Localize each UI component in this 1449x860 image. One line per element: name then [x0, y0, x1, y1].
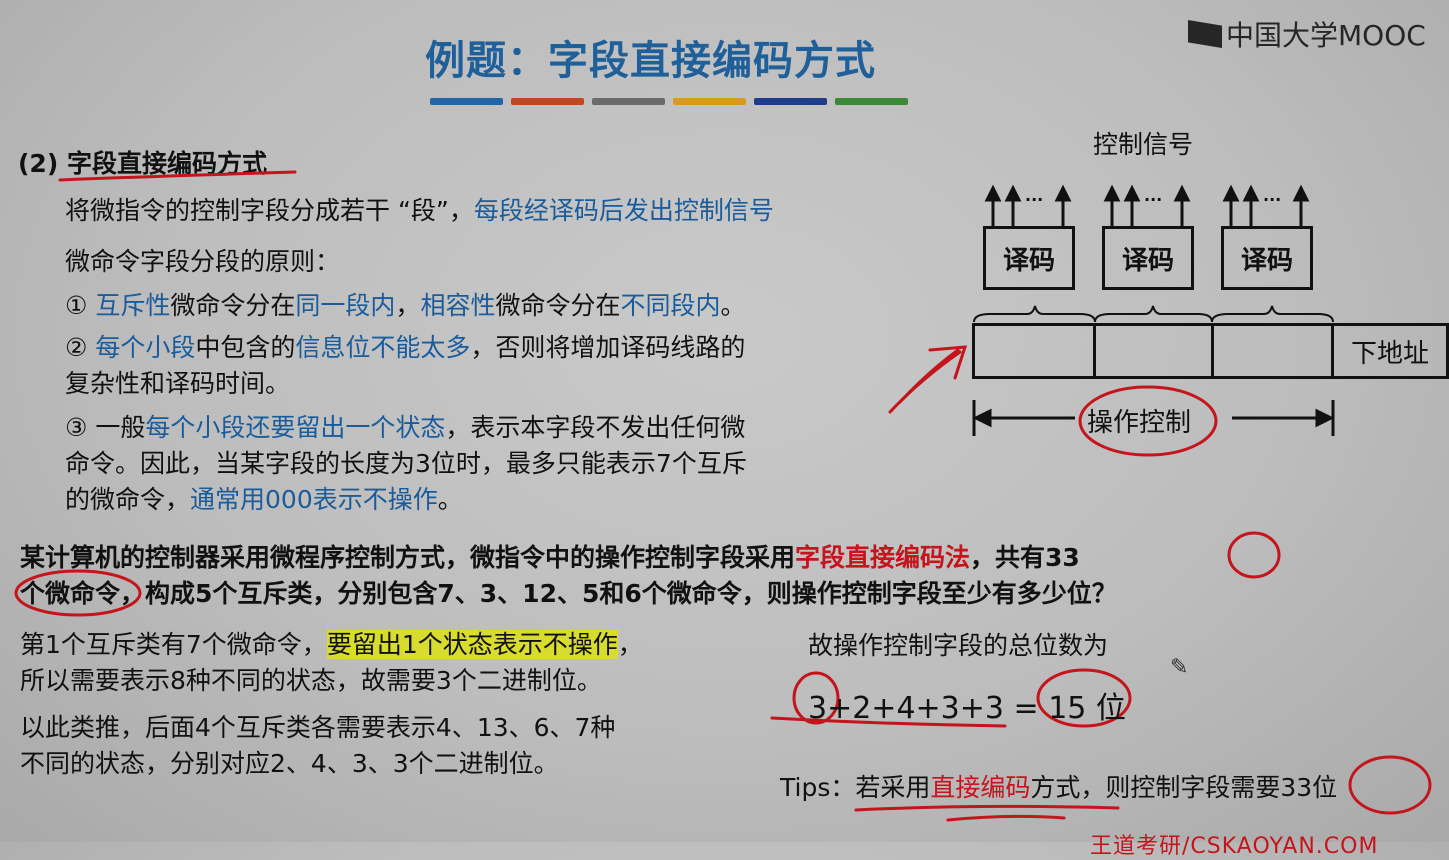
footer-watermark: 王道考研/CSKAOYAN.COM: [1090, 834, 1379, 859]
segment-brace: [1211, 305, 1334, 323]
total-label: 故操作控制字段的总位数为: [808, 631, 1109, 660]
question-text: ，共有33: [970, 543, 1080, 572]
answer-line-1: 第1个互斥类有7个微命令，要留出1个状态表示不操作，: [20, 627, 643, 663]
signal-arrow-head: [1242, 184, 1260, 202]
tips-text: 方式，则控制字段需要33位: [1030, 773, 1338, 802]
segment-brace: [1094, 305, 1213, 323]
answer-line-4: 不同的状态，分别对应2、4、3、3个二进制位。: [20, 749, 559, 778]
segment-brace: [973, 305, 1096, 323]
circle-annotation: [1227, 531, 1281, 579]
answer-line-2: 所以需要表示8种不同的状态，故需要3个二进制位。: [20, 666, 602, 695]
answer-highlight: 要留出1个状态表示不操作: [326, 630, 618, 659]
circle-annotation: [1348, 755, 1432, 815]
question-highlight: 字段直接编码法: [795, 543, 971, 572]
answer-text: 第1个互斥类有7个微命令，: [20, 630, 327, 659]
underline-annotation: [854, 804, 1120, 812]
answer-text: ，: [617, 630, 643, 659]
signal-arrow-head: [1004, 184, 1022, 202]
answer-line-3: 以此类推，后面4个互斥类各需要表示4、13、6、7种: [20, 713, 616, 742]
tips-line: Tips：若采用直接编码方式，则控制字段需要33位: [780, 768, 1337, 804]
signal-arrow-head: [1292, 184, 1310, 202]
circle-annotation: [1078, 385, 1218, 457]
signal-arrow-head: [1173, 184, 1191, 202]
underline-annotation: [58, 170, 297, 182]
pencil-cursor-icon: ✎: [1170, 655, 1189, 680]
tips-highlight: 直接编码: [930, 773, 1031, 802]
total-formula: 3+2+4+3+3 = 15 位: [808, 691, 1126, 726]
dimension-arrow-head: [1315, 408, 1335, 428]
signal-arrow-head: [1123, 184, 1141, 202]
question-line-1: 某计算机的控制器采用微程序控制方式，微指令中的操作控制字段采用字段直接编码法，共…: [20, 540, 1080, 576]
signal-arrow-head: [1054, 184, 1072, 202]
signal-arrow-head: [1103, 184, 1121, 202]
tips-text: Tips：若采用: [780, 773, 931, 802]
underline-annotation: [946, 814, 1066, 822]
question-line-2: 个微命令，构成5个互斥类，分别包含7、3、12、5和6个微命令，则操作控制字段至…: [20, 579, 1117, 608]
signal-arrow-head: [1222, 184, 1240, 202]
signal-arrow-head: [984, 184, 1002, 202]
dimension-arrow-head: [972, 408, 992, 428]
question-text: 某计算机的控制器采用微程序控制方式，微指令中的操作控制字段采用: [20, 543, 796, 572]
